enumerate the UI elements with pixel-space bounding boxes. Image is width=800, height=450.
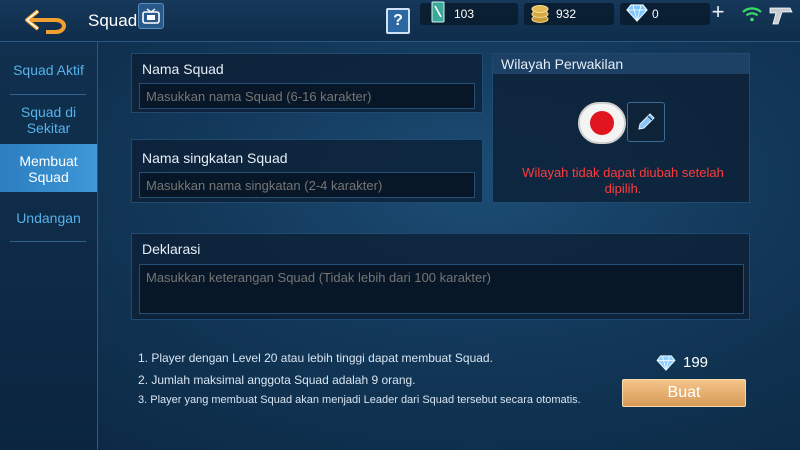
back-button[interactable] xyxy=(18,6,74,36)
short-name-panel: Nama singkatan Squad xyxy=(131,139,483,203)
wifi-icon xyxy=(742,7,762,22)
top-bar: Squad ? 103 932 0 + xyxy=(0,0,800,42)
region-panel: Wilayah Perwakilan Wilayah tidak dapat d… xyxy=(492,53,750,203)
gold-value: 932 xyxy=(556,7,577,21)
squad-name-input[interactable] xyxy=(139,83,475,109)
ticket-icon xyxy=(431,1,445,23)
edit-region-button[interactable] xyxy=(627,102,665,142)
diamond-icon xyxy=(656,355,676,371)
sidebar-item-membuat-squad[interactable]: Membuat Squad xyxy=(0,144,97,192)
region-flag-button[interactable] xyxy=(578,102,626,144)
sidebar: Squad Aktif Squad di Sekitar Membuat Squ… xyxy=(0,42,98,450)
sidebar-divider xyxy=(10,241,86,242)
ticket-value: 103 xyxy=(454,7,475,21)
declaration-label: Deklarasi xyxy=(142,241,201,257)
diamond-counter: 0 xyxy=(620,3,710,25)
declaration-panel: Deklarasi xyxy=(131,233,750,320)
region-title: Wilayah Perwakilan xyxy=(493,54,749,74)
create-squad-button[interactable]: Buat xyxy=(622,379,746,407)
region-warning-text: Wilayah tidak dapat diubah setelah dipil… xyxy=(522,165,724,196)
sidebar-item-squad-aktif[interactable]: Squad Aktif xyxy=(0,62,97,78)
sidebar-item-squad-di-sekitar[interactable]: Squad di Sekitar xyxy=(0,104,97,136)
plus-icon[interactable]: + xyxy=(708,1,728,23)
short-name-input[interactable] xyxy=(139,172,475,198)
short-name-label: Nama singkatan Squad xyxy=(142,150,288,166)
pencil-icon xyxy=(638,113,655,130)
tv-icon[interactable] xyxy=(138,3,164,29)
ticket-counter: 103 xyxy=(420,1,518,25)
rule-note-2: 2. Jumlah maksimal anggota Squad adalah … xyxy=(138,373,416,387)
back-arrow-icon xyxy=(25,9,66,34)
diamond-icon xyxy=(626,4,648,22)
indonesia-flag-icon xyxy=(590,111,614,135)
rule-note-3: 3. Player yang membuat Squad akan menjad… xyxy=(138,394,581,406)
gold-counter: 932 xyxy=(524,3,614,25)
signal-gun-icon xyxy=(769,7,793,25)
squad-name-panel: Nama Squad xyxy=(131,53,483,113)
rule-note-1: 1. Player dengan Level 20 atau lebih tin… xyxy=(138,351,493,365)
create-cost-value: 199 xyxy=(683,354,709,371)
gold-coin-icon xyxy=(531,5,549,23)
declaration-input[interactable] xyxy=(139,264,744,314)
sidebar-item-undangan[interactable]: Undangan xyxy=(0,210,97,226)
page-title: Squad xyxy=(88,11,138,30)
help-icon[interactable]: ? xyxy=(386,8,410,34)
diamond-value: 0 xyxy=(652,7,659,21)
sidebar-divider xyxy=(10,94,86,95)
squad-name-label: Nama Squad xyxy=(142,61,224,77)
